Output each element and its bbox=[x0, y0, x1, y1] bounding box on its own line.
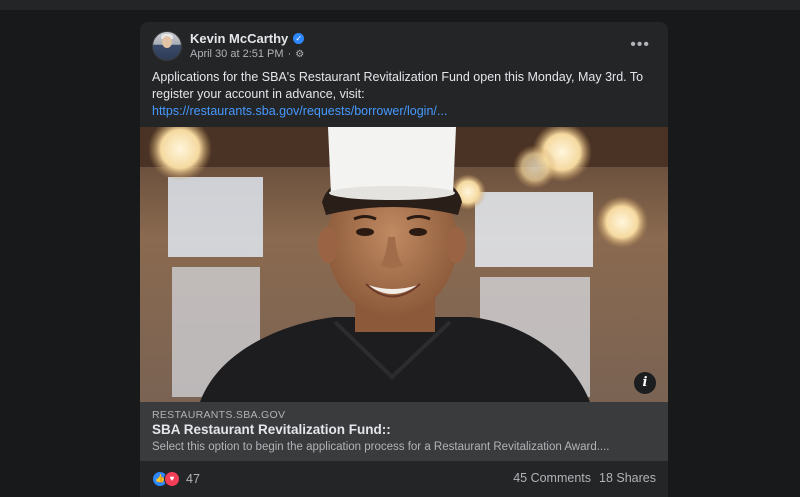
more-options-button[interactable]: ••• bbox=[630, 36, 650, 54]
post-header: Kevin McCarthy ✓ April 30 at 2:51 PM · ⚙… bbox=[140, 22, 668, 72]
gear-icon[interactable]: ⚙ bbox=[295, 49, 304, 59]
chef-photo-image bbox=[140, 127, 668, 402]
post-card: Kevin McCarthy ✓ April 30 at 2:51 PM · ⚙… bbox=[140, 22, 668, 497]
info-icon[interactable]: i bbox=[634, 372, 656, 394]
post-timestamp[interactable]: April 30 at 2:51 PM bbox=[190, 48, 284, 60]
author-avatar[interactable] bbox=[152, 31, 182, 61]
avatar-face bbox=[162, 36, 172, 48]
verified-badge-icon: ✓ bbox=[293, 33, 305, 44]
author-name-row: Kevin McCarthy ✓ bbox=[190, 31, 305, 46]
post-link[interactable]: https://restaurants.sba.gov/requests/bor… bbox=[152, 104, 447, 118]
preview-description: Select this option to begin the applicat… bbox=[152, 441, 610, 453]
preview-domain: RESTAURANTS.SBA.GOV bbox=[152, 409, 286, 421]
post-footer: 👍 ♥ 47 45 Comments 18 Shares bbox=[140, 462, 668, 497]
shares-count[interactable]: 18 Shares bbox=[599, 471, 656, 485]
post-meta: April 30 at 2:51 PM · ⚙ bbox=[190, 48, 304, 60]
post-text: Applications for the SBA's Restaurant Re… bbox=[152, 70, 644, 101]
author-name[interactable]: Kevin McCarthy bbox=[190, 31, 288, 46]
engagement-stats: 45 Comments 18 Shares bbox=[513, 471, 656, 485]
reactions-summary[interactable]: 👍 ♥ 47 bbox=[152, 471, 200, 487]
comments-count[interactable]: 45 Comments bbox=[513, 471, 591, 485]
reaction-count[interactable]: 47 bbox=[186, 472, 200, 486]
love-icon: ♥ bbox=[164, 471, 180, 487]
top-navigation-bar bbox=[0, 0, 800, 10]
chef-photo[interactable]: i bbox=[140, 127, 668, 402]
link-preview[interactable]: RESTAURANTS.SBA.GOV SBA Restaurant Revit… bbox=[140, 402, 668, 461]
preview-title[interactable]: SBA Restaurant Revitalization Fund:: bbox=[152, 422, 391, 437]
meta-separator: · bbox=[287, 48, 292, 60]
